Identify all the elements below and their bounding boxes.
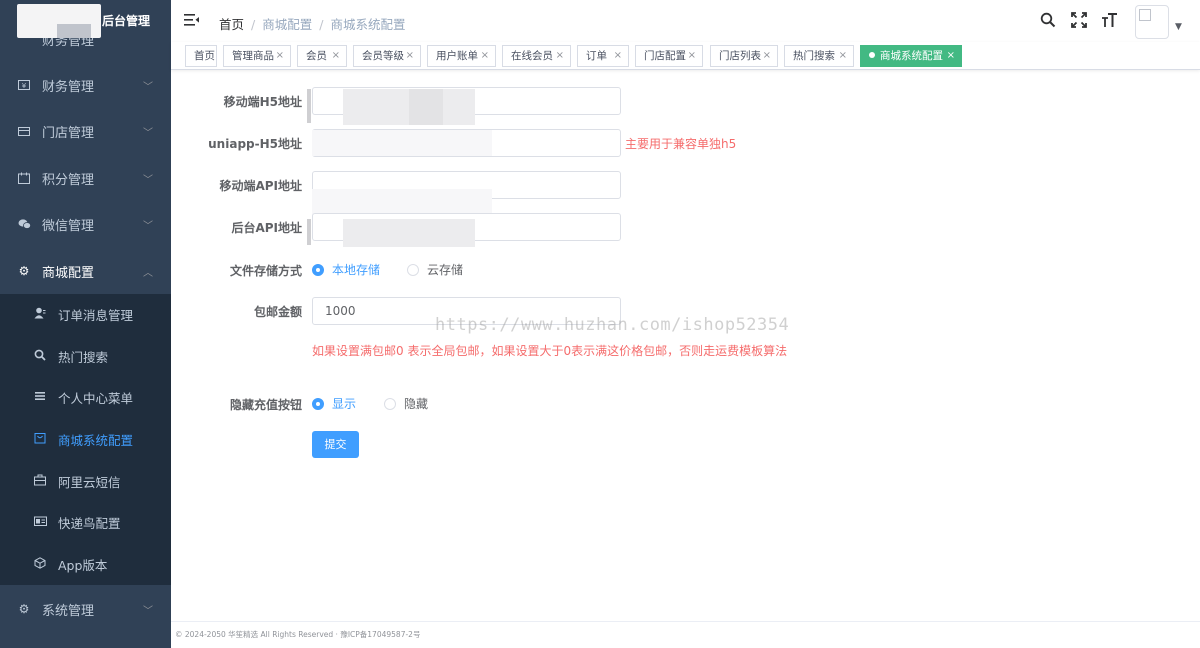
tag-user-bills[interactable]: 用户账单 × xyxy=(427,45,496,67)
sidebar: 财务管理 后台管理 ¥ 财务管理 ﹀ 门店管理 ﹀ 积分管理 ﹀ 微信管理 ﹀ … xyxy=(0,0,171,648)
sidebar-item-points[interactable]: 积分管理 ﹀ xyxy=(0,155,171,201)
tag-mall-system-config[interactable]: 商城系统配置 × xyxy=(860,45,962,67)
chevron-down-icon: ﹀ xyxy=(143,605,153,617)
close-icon[interactable]: × xyxy=(839,46,847,66)
sidebar-item-store[interactable]: 门店管理 ﹀ xyxy=(0,108,171,154)
logo[interactable]: 后台管理 xyxy=(0,0,171,38)
tag-online-members[interactable]: 在线会员 × xyxy=(502,45,571,67)
finance-icon: ¥ xyxy=(17,78,31,92)
svg-text:¥: ¥ xyxy=(22,82,27,90)
avatar[interactable] xyxy=(1135,5,1169,39)
chevron-down-icon: ﹀ xyxy=(143,127,153,139)
caret-down-icon[interactable]: ▼ xyxy=(1175,22,1182,32)
close-icon[interactable]: × xyxy=(406,46,414,66)
search-icon xyxy=(33,349,47,364)
footer-copyright: © 2024-2050 华笙精选 All Rights Reserved · 豫… xyxy=(175,630,421,639)
user-icon xyxy=(33,307,47,322)
submit-button[interactable]: 提交 xyxy=(312,431,359,458)
api-url-label: 移动端API地址 xyxy=(219,179,302,193)
navbar: 首页 / 商城配置 / 商城系统配置 ▼ xyxy=(171,0,1200,42)
box-icon xyxy=(33,557,47,572)
breadcrumb-home[interactable]: 首页 xyxy=(219,17,244,32)
submenu-mall-config: 订单消息管理 热门搜索 个人中心菜单 商城系统配置 阿里云短信 快递鸟配置 Ap… xyxy=(0,294,171,585)
sidebar-item-system[interactable]: ⚙ 系统管理 ﹀ xyxy=(0,586,171,632)
breadcrumb-current: 商城系统配置 xyxy=(330,17,406,32)
chevron-down-icon: ﹀ xyxy=(143,81,153,93)
close-icon[interactable]: × xyxy=(947,46,955,66)
tag-store-config[interactable]: 门店配置 × xyxy=(635,45,703,67)
settings-form: 移动端H5地址 uniapp-H5地址 主要用于兼容单独h5 移动端API地址 … xyxy=(171,71,1200,621)
logo-image xyxy=(17,4,101,38)
chevron-down-icon: ﹀ xyxy=(143,220,153,232)
watermark: https://www.huzhan.com/ishop52354 xyxy=(435,315,790,335)
recharge-hide-radio[interactable]: 隐藏 xyxy=(384,395,428,412)
sidebar-item-wechat[interactable]: 微信管理 ﹀ xyxy=(0,201,171,247)
tag-members[interactable]: 会员 × xyxy=(297,45,347,67)
sidebar-item-mall-config[interactable]: ⚙ 商城配置 ︿ xyxy=(0,248,171,294)
uniapp-h5-url-label: uniapp-H5地址 xyxy=(208,137,302,151)
card-icon xyxy=(33,515,47,530)
submenu-item-kdniao-config[interactable]: 快递鸟配置 xyxy=(0,502,171,543)
tags-view: 首页 管理商品 × 会员 × 会员等级 × 用户账单 × 在线会员 × 订单 × 门店配置 ×… xyxy=(171,42,1200,70)
chevron-up-icon: ︿ xyxy=(143,267,153,279)
briefcase-icon xyxy=(33,474,47,489)
tag-home[interactable]: 首页 xyxy=(185,45,217,67)
search-icon[interactable] xyxy=(1040,12,1058,30)
sidebar-item-finance[interactable]: ¥ 财务管理 ﹀ xyxy=(0,62,171,108)
close-icon[interactable]: × xyxy=(481,46,489,66)
gear-icon: ⚙ xyxy=(18,602,30,616)
close-icon[interactable]: × xyxy=(556,46,564,66)
tag-hot-search[interactable]: 热门搜索 × xyxy=(784,45,854,67)
close-icon[interactable]: × xyxy=(688,46,696,66)
breadcrumb: 首页 / 商城配置 / 商城系统配置 xyxy=(219,17,406,32)
submenu-item-aliyun-sms[interactable]: 阿里云短信 xyxy=(0,461,171,502)
list-icon xyxy=(33,390,47,405)
hamburger-icon[interactable] xyxy=(184,13,200,27)
fullscreen-icon[interactable] xyxy=(1071,12,1089,30)
close-icon[interactable]: × xyxy=(614,46,622,66)
close-icon[interactable]: × xyxy=(763,46,771,66)
recharge-show-radio[interactable]: 显示 xyxy=(312,395,356,412)
storage-cloud-radio[interactable]: 云存储 xyxy=(407,261,463,278)
chevron-down-icon: ﹀ xyxy=(143,174,153,186)
wechat-icon xyxy=(17,217,31,231)
admin-api-url-label: 后台API地址 xyxy=(231,221,302,235)
text-size-icon[interactable] xyxy=(1101,12,1119,30)
storage-local-radio[interactable]: 本地存储 xyxy=(312,261,380,278)
calendar-icon xyxy=(17,171,31,185)
logo-title: 后台管理 xyxy=(102,14,151,28)
submenu-item-order-message[interactable]: 订单消息管理 xyxy=(0,294,171,335)
close-icon[interactable]: × xyxy=(276,46,284,66)
active-dot-icon xyxy=(869,52,875,58)
submenu-item-personal-menu[interactable]: 个人中心菜单 xyxy=(0,377,171,418)
submenu-item-app-version[interactable]: App版本 xyxy=(0,544,171,585)
tag-manage-products[interactable]: 管理商品 × xyxy=(223,45,291,67)
cart-icon xyxy=(33,432,47,447)
gear-icon: ⚙ xyxy=(18,264,30,278)
uniapp-hint: 主要用于兼容单独h5 xyxy=(625,137,737,151)
tag-orders[interactable]: 订单 × xyxy=(577,45,629,67)
tag-store-list[interactable]: 门店列表 × xyxy=(710,45,778,67)
storage-label: 文件存储方式 xyxy=(229,264,302,278)
tag-member-levels[interactable]: 会员等级 × xyxy=(353,45,421,67)
h5-url-label: 移动端H5地址 xyxy=(223,95,302,109)
submenu-item-hot-search[interactable]: 热门搜索 xyxy=(0,336,171,377)
hide-recharge-label: 隐藏充值按钮 xyxy=(229,398,302,412)
submenu-item-mall-system-config[interactable]: 商城系统配置 xyxy=(0,419,171,460)
close-icon[interactable]: × xyxy=(332,46,340,66)
free-shipping-hint: 如果设置满包邮0 表示全局包邮，如果设置大于0表示满这价格包邮，否则走运费模板算… xyxy=(312,344,788,358)
footer: © 2024-2050 华笙精选 All Rights Reserved · 豫… xyxy=(171,621,1200,648)
store-icon xyxy=(17,124,31,138)
breadcrumb-mall-config: 商城配置 xyxy=(262,17,313,32)
free-shipping-label: 包邮金额 xyxy=(253,305,302,319)
